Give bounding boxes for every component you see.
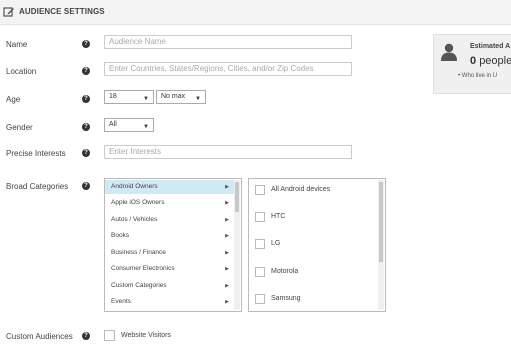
gender-select[interactable]: All ▼ <box>104 118 154 132</box>
chevron-right-icon: ▶ <box>225 184 229 190</box>
chevron-right-icon: ▶ <box>225 200 229 206</box>
chevron-right-icon: ▶ <box>225 250 229 256</box>
subcategory-option[interactable]: LG <box>255 237 375 251</box>
checkbox[interactable] <box>255 185 265 195</box>
category-item[interactable]: Autos / Vehicles ▶ <box>105 213 235 227</box>
section-title: AUDIENCE SETTINGS <box>19 7 105 16</box>
subcategory-option[interactable]: Motorola <box>255 265 375 279</box>
category-scrollbar[interactable] <box>234 180 240 310</box>
subcategory-scrollbar[interactable] <box>378 180 384 310</box>
checkbox[interactable] <box>255 212 265 222</box>
chevron-right-icon: ▶ <box>225 217 229 223</box>
gender-value: All <box>109 121 117 128</box>
broad-categories-label: Broad Categories <box>6 182 69 191</box>
estimate-panel: Estimated A 0 people • Who live in U <box>433 34 511 94</box>
subcategory-option[interactable]: HTC <box>255 210 375 224</box>
category-list[interactable]: Android Owners ▶ Apple iOS Owners ▶ Auto… <box>104 178 242 312</box>
chevron-down-icon: ▼ <box>143 124 149 130</box>
location-input[interactable]: Enter Countries, States/Regions, Cities,… <box>104 62 352 76</box>
location-label: Location <box>6 67 37 76</box>
checkbox[interactable] <box>255 267 265 277</box>
category-item[interactable]: Android Owners ▶ <box>105 180 235 194</box>
category-item[interactable]: Events ▶ <box>105 295 235 309</box>
age-max-select[interactable]: No max ▼ <box>156 90 206 104</box>
category-item[interactable]: Apple iOS Owners ▶ <box>105 196 235 210</box>
chevron-right-icon: ▶ <box>225 266 229 272</box>
interests-label: Precise Interests <box>6 149 66 158</box>
website-visitors-label: Website Visitors <box>121 332 171 339</box>
gender-help-icon[interactable]: ? <box>82 123 90 131</box>
category-item[interactable]: Consumer Electronics ▶ <box>105 262 235 276</box>
estimate-title: Estimated A <box>470 43 511 50</box>
subcategory-option[interactable]: All Android devices <box>255 183 375 197</box>
person-icon <box>441 43 457 61</box>
estimate-detail: • Who live in U <box>458 73 498 79</box>
scrollbar-thumb[interactable] <box>379 182 383 262</box>
chevron-down-icon: ▼ <box>143 96 149 102</box>
chevron-right-icon: ▶ <box>225 283 229 289</box>
chevron-right-icon: ▶ <box>225 233 229 239</box>
audience-name-input[interactable]: Audience Name <box>104 35 352 49</box>
name-help-icon[interactable]: ? <box>82 40 90 48</box>
checkbox[interactable] <box>255 294 265 304</box>
category-item[interactable]: Custom Categories ▶ <box>105 279 235 293</box>
custom-help-icon[interactable]: ? <box>82 332 90 340</box>
chevron-down-icon: ▼ <box>195 96 201 102</box>
interests-input[interactable]: Enter Interests <box>104 145 352 159</box>
name-label: Name <box>6 40 28 49</box>
checkbox[interactable] <box>255 239 265 249</box>
custom-audiences-label: Custom Audiences <box>6 332 73 341</box>
broad-help-icon[interactable]: ? <box>82 182 90 190</box>
interests-help-icon[interactable]: ? <box>82 149 90 157</box>
category-item[interactable]: Business / Finance ▶ <box>105 246 235 260</box>
subcategory-list[interactable]: All Android devices HTC LG Motorola Sams… <box>248 178 386 312</box>
scrollbar-thumb[interactable] <box>235 182 239 212</box>
location-help-icon[interactable]: ? <box>82 67 90 75</box>
category-item[interactable]: Books ▶ <box>105 229 235 243</box>
chevron-right-icon: ▶ <box>225 299 229 305</box>
estimate-count: 0 people <box>470 55 511 67</box>
gender-label: Gender <box>6 123 33 132</box>
website-visitors-checkbox[interactable] <box>104 330 115 341</box>
age-help-icon[interactable]: ? <box>82 95 90 103</box>
section-header: AUDIENCE SETTINGS <box>0 0 511 25</box>
subcategory-option[interactable]: Samsung <box>255 292 375 306</box>
age-min-value: 18 <box>109 93 117 100</box>
age-max-value: No max <box>161 93 186 100</box>
edit-icon <box>3 7 14 17</box>
age-label: Age <box>6 95 21 104</box>
age-min-select[interactable]: 18 ▼ <box>104 90 154 104</box>
